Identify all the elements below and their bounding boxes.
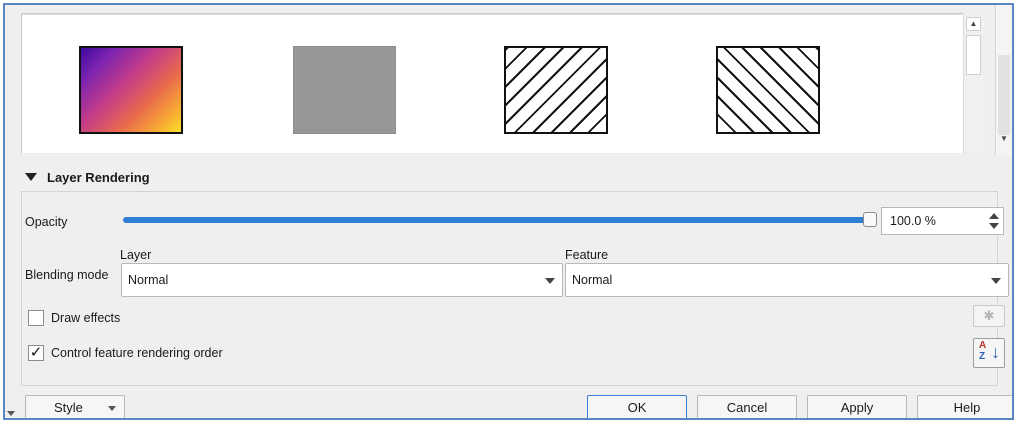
layer-blend-value: Normal xyxy=(128,273,169,287)
spin-up-icon[interactable] xyxy=(989,213,999,219)
gray-fill-symbol[interactable] xyxy=(293,46,396,134)
dialog-frame: ▲ ▼ Layer Rendering Opacity 100.0 % Laye… xyxy=(3,3,1014,420)
feature-blend-select[interactable]: Normal xyxy=(565,263,1009,297)
scroll-down-icon[interactable]: ▼ xyxy=(996,133,1012,145)
preview-divider xyxy=(22,14,965,15)
layer-label: Layer xyxy=(120,248,152,262)
hatch-fill-symbol-forward[interactable] xyxy=(504,46,608,134)
layer-rendering-header[interactable]: Layer Rendering xyxy=(25,167,150,187)
opacity-spinbox[interactable]: 100.0 % xyxy=(881,207,1004,235)
chevron-down-icon xyxy=(545,278,555,284)
chevron-down-icon xyxy=(108,406,116,411)
feature-blend-value: Normal xyxy=(572,273,613,287)
feature-label: Feature xyxy=(565,248,609,262)
sort-az-icon[interactable]: A Z ↓ xyxy=(973,338,1005,368)
rendering-order-label: Control feature rendering order xyxy=(51,346,223,360)
opacity-value: 100.0 % xyxy=(890,214,936,228)
chevron-down-icon xyxy=(991,278,1001,284)
dialog-scrollbar[interactable]: ▼ xyxy=(995,5,1012,155)
triangle-down-icon[interactable] xyxy=(25,173,37,181)
preview-scrollbar[interactable]: ▲ xyxy=(963,13,983,153)
arrow-down-icon: ↓ xyxy=(991,342,1000,362)
dialog-scrollbar-thumb[interactable] xyxy=(998,55,1010,135)
cancel-button[interactable]: Cancel xyxy=(697,395,797,418)
opacity-slider[interactable] xyxy=(123,217,871,223)
sort-z-glyph: Z xyxy=(979,351,986,362)
help-button[interactable]: Help xyxy=(917,395,1012,418)
apply-button[interactable]: Apply xyxy=(807,395,907,418)
resize-arrow-icon xyxy=(7,411,15,416)
scrollbar-thumb[interactable] xyxy=(966,35,981,75)
spin-down-icon[interactable] xyxy=(989,223,999,229)
star-icon[interactable]: ✱ xyxy=(973,305,1005,327)
style-button-label: Style xyxy=(54,400,83,415)
opacity-slider-handle[interactable] xyxy=(863,212,877,227)
sort-a-glyph: A xyxy=(979,340,987,351)
blending-mode-label: Blending mode xyxy=(25,268,109,282)
draw-effects-label: Draw effects xyxy=(51,311,121,325)
draw-effects-checkbox[interactable] xyxy=(28,310,44,326)
opacity-label: Opacity xyxy=(25,215,68,229)
section-title: Layer Rendering xyxy=(47,169,150,185)
ok-button[interactable]: OK xyxy=(587,395,687,418)
layer-blend-select[interactable]: Normal xyxy=(121,263,563,297)
gradient-fill-symbol[interactable] xyxy=(79,46,183,134)
scroll-up-icon[interactable]: ▲ xyxy=(966,17,981,31)
style-menu-button[interactable]: Style xyxy=(25,395,125,418)
hatch-fill-symbol-back[interactable] xyxy=(716,46,820,134)
symbol-preview-list[interactable] xyxy=(21,13,966,153)
rendering-order-checkbox[interactable]: ✓ xyxy=(28,345,44,361)
